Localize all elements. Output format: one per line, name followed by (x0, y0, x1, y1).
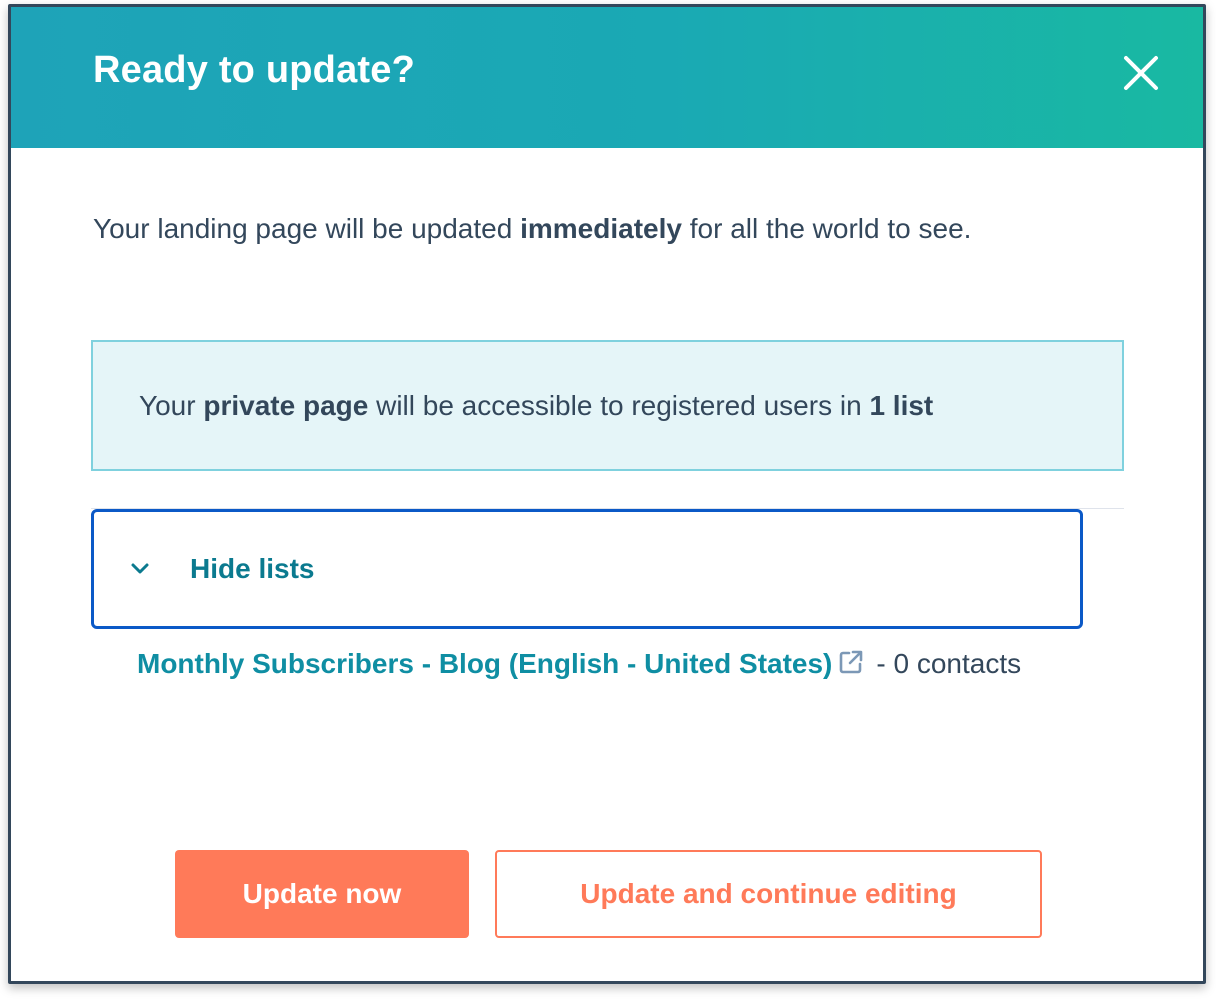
info-list-count: 1 list (869, 389, 934, 421)
list-contact-count: - 0 contacts (876, 648, 1022, 679)
list-link-monthly-subscribers[interactable]: Monthly Subscribers - Blog (English - Un… (137, 648, 832, 679)
info-text: Your private page will be accessible to … (139, 390, 933, 422)
hide-lists-label: Hide lists (190, 553, 315, 584)
info-text-middle: will be accessible to registered users i… (368, 389, 870, 421)
dialog-header: Ready to update? (11, 7, 1203, 148)
update-now-button[interactable]: Update now (175, 850, 469, 938)
update-message-text-end: for all the world to see. (681, 213, 972, 244)
dialog-title: Ready to update? (93, 49, 416, 91)
update-and-continue-editing-button[interactable]: Update and continue editing (495, 850, 1042, 938)
external-link-icon[interactable] (838, 639, 864, 693)
hide-lists-toggle[interactable]: Hide lists (91, 509, 1083, 629)
private-page-info-banner: Your private page will be accessible to … (91, 340, 1124, 471)
update-dialog: Ready to update? Your landing page will … (8, 4, 1206, 984)
close-button[interactable] (1121, 53, 1161, 93)
list-item: Monthly Subscribers - Blog (English - Un… (137, 637, 1097, 693)
update-message-text: Your landing page will be updated (93, 213, 521, 244)
update-message-emphasis: immediately (520, 213, 682, 244)
update-message: Your landing page will be updated immedi… (93, 202, 1093, 256)
info-text-start: Your (139, 389, 204, 421)
info-private-page: private page (203, 389, 369, 421)
chevron-down-icon (130, 559, 150, 579)
close-icon (1124, 56, 1158, 90)
